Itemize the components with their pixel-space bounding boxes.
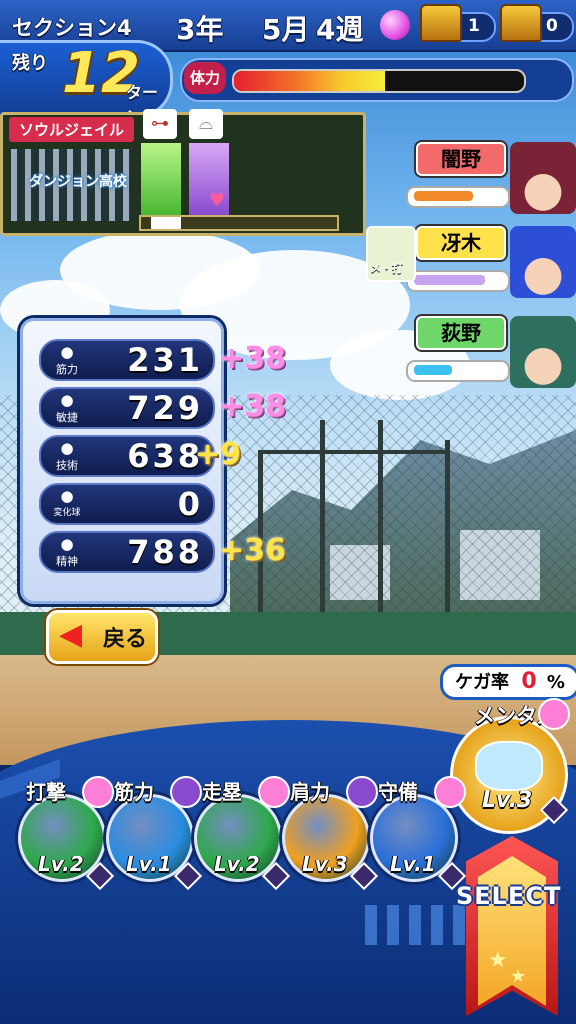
chest1-count: 1: [468, 16, 480, 36]
shoe-icon: ⌓: [189, 109, 223, 139]
practice-level: Lv.2: [214, 852, 260, 876]
back-arrow-icon: ◀: [59, 617, 83, 652]
chest2-counter[interactable]: 0: [500, 4, 574, 42]
injury-rate: ケガ率 0 %: [440, 664, 576, 700]
stat-name: 筋力: [56, 363, 78, 376]
character-card[interactable]: 冴木: [406, 226, 576, 298]
stat-bonus: +38: [219, 389, 286, 424]
stamina-fill: [234, 71, 385, 91]
dumbbell-icon: ⊶: [143, 109, 177, 139]
bat-icon: ● 技術: [45, 439, 89, 473]
practice-label: 守備: [378, 780, 418, 804]
character-portrait: [510, 142, 576, 214]
back-label: 戻る: [103, 627, 148, 652]
fence-post: [445, 440, 450, 620]
character-bond-bar: [406, 186, 510, 208]
injury-value: 0: [521, 669, 537, 694]
team-progress: [139, 215, 339, 231]
character-name: 荻野: [416, 316, 506, 350]
bonus-badge-icon: [434, 776, 466, 808]
injury-unit: %: [546, 672, 565, 693]
stat-row: ● 筋力 231: [39, 339, 215, 381]
item-orb-icon[interactable]: [380, 10, 410, 40]
star-icon: ★: [510, 966, 527, 987]
select-button[interactable]: SELECT ★ ★: [448, 836, 576, 1024]
stat-bonus: +36: [219, 533, 286, 568]
stat-value: 231: [127, 341, 203, 379]
stat-value: 0: [177, 485, 203, 523]
pink-bonus-badge-icon: [538, 698, 570, 730]
stamina-bar: 体力: [180, 58, 574, 102]
practice-label: 打撃: [26, 780, 66, 804]
practice-label: 筋力: [114, 780, 154, 804]
character-portrait: [510, 316, 576, 388]
character-bond-bar: [406, 270, 510, 292]
stat-value: 638: [127, 437, 203, 475]
team-progress-fill: [151, 217, 181, 229]
team-panel[interactable]: ソウルジェイル ダンジョン高校 ⊶ ⌓ ♥: [0, 109, 366, 236]
stat-row: ● 精神 788: [39, 531, 215, 573]
character-card[interactable]: 闇野: [406, 142, 576, 214]
character-bond-fill: [414, 191, 473, 201]
character-tag: メ・打: [370, 262, 403, 275]
chest1-counter[interactable]: 1: [420, 4, 496, 42]
team-stat-gauge-green: [141, 143, 181, 215]
character-name: 冴木: [416, 226, 506, 260]
bat-item-icon: メ・打: [366, 226, 416, 282]
practice-level: Lv.3: [302, 852, 348, 876]
practice-level: Lv.2: [38, 852, 84, 876]
spirit-icon: ● 精神: [45, 535, 89, 569]
injury-label: ケガ率: [455, 672, 510, 693]
practice-label: 走塁: [202, 780, 242, 804]
stat-row: ● 敏捷 729: [39, 387, 215, 429]
month: 5月: [262, 13, 310, 46]
school-name: ダンジョン高校: [29, 174, 127, 190]
week: 4週: [316, 13, 364, 46]
dumbbell-icon: ● 筋力: [45, 343, 89, 377]
character-name: 闇野: [416, 142, 506, 176]
shoe-icon: ● 敏捷: [45, 391, 89, 425]
stat-row: ● 変化球 0: [39, 483, 215, 525]
select-ribbon: [466, 836, 558, 1016]
stat-bonus: +38: [219, 341, 286, 376]
school-emblem: ダンジョン高校: [11, 149, 131, 221]
section-label: セクション4: [12, 16, 132, 40]
turns-remain-label: 残り: [12, 53, 48, 74]
character-card[interactable]: 荻野: [406, 316, 576, 388]
stat-bonus: +9: [195, 437, 242, 472]
character-bond-bar: [406, 360, 510, 382]
stats-panel: ● 筋力 231 +38 ● 敏捷 729 +38 ● 技術 638 +9 ● 変化球 0 ● 精神 788 +36: [20, 318, 286, 604]
chest2-count: 0: [546, 16, 558, 36]
star-icon: ★: [488, 948, 508, 973]
stamina-track: [232, 69, 526, 93]
mental-practice-button[interactable]: メンタル Lv.3: [450, 696, 570, 834]
stat-name: 精神: [56, 555, 78, 568]
fence-rail: [258, 450, 448, 454]
stat-row: ● 技術 638: [39, 435, 215, 477]
character-bond-fill: [414, 275, 485, 285]
back-button[interactable]: ◀ 戻る: [46, 610, 158, 664]
mental-level: Lv.3: [482, 788, 533, 813]
ball-icon: ● 変化球: [45, 487, 89, 521]
character-portrait: [510, 226, 576, 298]
stamina-label: 体力: [184, 62, 226, 94]
practice-label: 肩力: [290, 780, 330, 804]
turns-badge: 残り 12 ターン: [0, 40, 173, 126]
stat-name: 敏捷: [56, 411, 78, 424]
sparkle-cloud-icon: [475, 741, 543, 791]
stat-value: 729: [127, 389, 203, 427]
stat-name: 技術: [56, 459, 78, 472]
stat-value: 788: [127, 533, 203, 571]
treasure-chest-icon: [500, 4, 542, 42]
stat-name: 変化球: [53, 508, 81, 518]
rival-team-label: ソウルジェイル: [9, 117, 135, 142]
treasure-chest-icon: [420, 4, 462, 42]
select-label: SELECT: [456, 882, 562, 910]
character-bond-fill: [414, 365, 452, 375]
heart-plus-icon: ♥: [209, 190, 226, 211]
grade: 3年: [176, 13, 224, 46]
practice-level: Lv.1: [126, 852, 172, 876]
practice-level: Lv.1: [390, 852, 436, 876]
